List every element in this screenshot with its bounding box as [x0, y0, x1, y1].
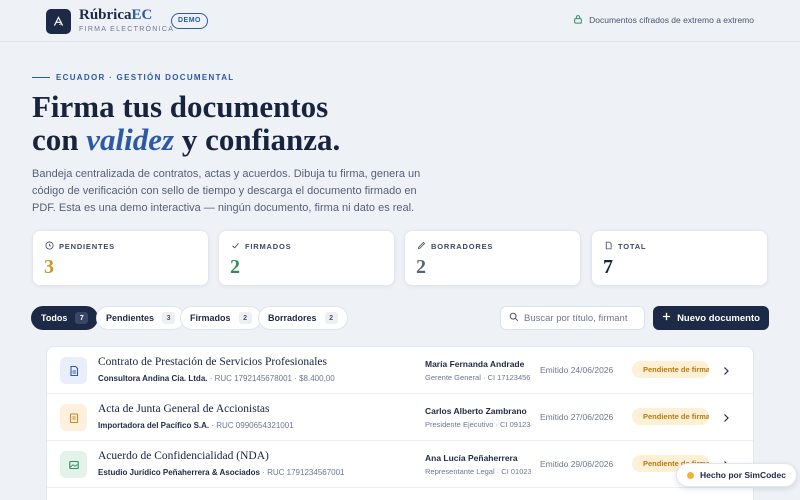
filter-count: 3 — [162, 312, 176, 324]
issued-date: Emitido 24/06/2026 — [540, 365, 614, 375]
status-badge: Pendiente de firma — [632, 408, 709, 425]
page-title: Firma tus documentos con validez y confi… — [32, 89, 341, 157]
filter-drafts[interactable]: Borradores 2 — [258, 306, 348, 330]
table-row[interactable]: Contrato de Prestación de Servicios Prof… — [47, 347, 753, 394]
stat-card-signed[interactable]: FIRMADOS 2 — [218, 230, 395, 286]
search-input[interactable] — [524, 312, 634, 324]
image-card-icon — [60, 451, 87, 478]
hero-description: Bandeja centralizada de contratos, actas… — [32, 168, 421, 214]
search-icon — [509, 309, 519, 327]
secure-note-text: Documentos cifrados de extremo a extremo — [589, 15, 754, 25]
stat-value: 7 — [603, 256, 613, 278]
stat-card-total[interactable]: TOTAL 7 — [591, 230, 768, 286]
stat-card-pending[interactable]: PENDIENTES 3 — [32, 230, 209, 286]
status-badge: Pendiente de firma — [632, 361, 709, 378]
signer-role: Gerente General · CI 1712345678 — [425, 373, 531, 382]
document-list: Contrato de Prestación de Servicios Prof… — [46, 346, 754, 500]
hero-kicker: ECUADOR · GESTIÓN DOCUMENTAL — [32, 73, 234, 82]
lock-icon — [573, 14, 583, 26]
document-meta: Consultora Andina Cía. Ltda. · RUC 17921… — [98, 374, 335, 383]
secure-note: Documentos cifrados de extremo a extremo — [573, 14, 754, 26]
filter-count: 2 — [324, 312, 338, 324]
document-title: Contrato de Prestación de Servicios Prof… — [98, 356, 327, 368]
stat-label: BORRADORES — [431, 242, 494, 251]
filter-count: 2 — [238, 312, 252, 324]
stat-value: 2 — [416, 256, 426, 278]
pencil-icon — [417, 241, 426, 252]
chevron-right-icon[interactable] — [720, 411, 732, 423]
table-row[interactable]: Acuerdo de Confidencialidad (NDA) Estudi… — [47, 441, 753, 488]
signer-role: Presidente Ejecutivo · CI 0912345678 — [425, 420, 531, 429]
document-meta: Estudio Jurídico Peñaherrera & Asociados… — [98, 468, 345, 477]
kicker-text: ECUADOR · GESTIÓN DOCUMENTAL — [56, 73, 235, 82]
demo-badge: DEMO — [171, 13, 208, 29]
filter-all[interactable]: Todos 7 — [31, 306, 99, 330]
signer-name: Carlos Alberto Zambrano — [425, 406, 527, 416]
brand-subtitle: FIRMA ELECTRÓNICA — [79, 26, 175, 33]
clock-icon — [45, 241, 54, 252]
filter-count: 7 — [75, 312, 89, 324]
top-header: RúbricaEC FIRMA ELECTRÓNICA DEMO Documen… — [0, 0, 800, 42]
chevron-right-icon[interactable] — [720, 364, 732, 376]
stat-value: 3 — [44, 256, 54, 278]
filter-pending[interactable]: Pendientes 3 — [96, 306, 186, 330]
pen-nib-icon[interactable] — [46, 9, 71, 34]
kicker-line — [32, 77, 50, 78]
filter-signed[interactable]: Firmados 2 — [180, 306, 262, 330]
signer-name: María Fernanda Andrade — [425, 359, 525, 369]
stat-value: 2 — [230, 256, 240, 278]
stat-label: PENDIENTES — [59, 242, 115, 251]
status-dot-icon — [687, 471, 694, 479]
signer-name: Ana Lucía Peñaherrera — [425, 453, 518, 463]
made-by-badge[interactable]: Hecho por SimCodec — [676, 463, 797, 487]
document-icon — [604, 241, 613, 252]
stat-label: FIRMADOS — [245, 242, 292, 251]
clipboard-icon — [60, 404, 87, 431]
new-document-button[interactable]: Nuevo documento — [653, 306, 769, 330]
search-box[interactable] — [500, 306, 645, 330]
plus-icon — [662, 312, 671, 324]
stat-label: TOTAL — [618, 242, 647, 251]
issued-date: Emitido 27/06/2026 — [540, 412, 614, 422]
document-text-icon — [60, 357, 87, 384]
brand-name[interactable]: RúbricaEC — [79, 7, 152, 24]
stat-card-drafts[interactable]: BORRADORES 2 — [404, 230, 581, 286]
signer-role: Representante Legal · CI 0102345678 — [425, 467, 531, 476]
issued-date: Emitido 29/06/2026 — [540, 459, 614, 469]
document-title: Acuerdo de Confidencialidad (NDA) — [98, 450, 269, 462]
document-meta: Importadora del Pacífico S.A. · RUC 0990… — [98, 421, 294, 430]
document-title: Acta de Junta General de Accionistas — [98, 403, 270, 415]
table-row[interactable]: Acta de Junta General de Accionistas Imp… — [47, 394, 753, 441]
check-icon — [231, 241, 240, 252]
